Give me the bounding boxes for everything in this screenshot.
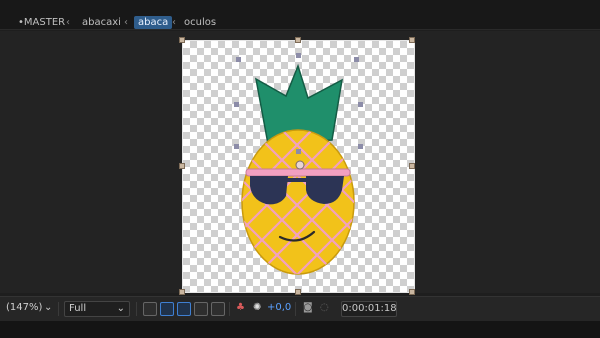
- breadcrumb-abaca[interactable]: abaca: [134, 16, 173, 29]
- guides-icon[interactable]: [194, 302, 208, 316]
- breadcrumb-oculos[interactable]: oculos: [184, 17, 216, 28]
- exposure-icon[interactable]: ✺: [253, 301, 261, 317]
- toolbar-divider: [295, 302, 296, 316]
- snapshot-icon[interactable]: ◙: [303, 301, 313, 317]
- resolution-value: Full: [69, 303, 87, 314]
- transform-handle-mr[interactable]: [409, 163, 415, 169]
- transparency-grid-icon[interactable]: [160, 302, 174, 316]
- pineapple-artwork[interactable]: [182, 40, 415, 293]
- chevron-down-icon: ⌄: [116, 303, 125, 314]
- anchor-point-icon: [295, 160, 305, 170]
- viewer-toolbar: (147%) ⌄ Full ⌄ ♣ ✺ +0,0 ◙ ◌ 0:00:01:18: [0, 296, 600, 321]
- toolbar-divider: [136, 302, 137, 316]
- transform-handle-tl[interactable]: [179, 37, 185, 43]
- dropdown-icon[interactable]: ⌄: [44, 301, 52, 317]
- show-snapshot-icon[interactable]: ◌: [320, 301, 329, 317]
- sunglasses-band: [245, 168, 351, 177]
- exposure-value[interactable]: +0,0: [267, 301, 291, 317]
- grid-icon[interactable]: [211, 302, 225, 316]
- breadcrumb-abacaxi[interactable]: abacaxi: [82, 17, 121, 28]
- mask-path-icon[interactable]: [177, 302, 191, 316]
- region-of-interest-icon[interactable]: [143, 302, 157, 316]
- transform-handle-bc[interactable]: [295, 289, 301, 295]
- transform-handle-bl[interactable]: [179, 289, 185, 295]
- transform-handle-br[interactable]: [409, 289, 415, 295]
- current-time-display[interactable]: 0:00:01:18: [341, 301, 397, 317]
- breadcrumb-master[interactable]: •MASTER: [18, 17, 65, 28]
- composition-breadcrumb-bar: •MASTER ‹ abacaxi ‹ abaca ‹ oculos: [0, 0, 600, 30]
- transform-handle-ml[interactable]: [179, 163, 185, 169]
- chevron-left-icon: ‹: [172, 17, 176, 28]
- chevron-left-icon: ‹: [66, 17, 70, 28]
- chevron-left-icon: ‹: [124, 17, 128, 28]
- toolbar-divider: [229, 302, 230, 316]
- transform-handle-tc[interactable]: [295, 37, 301, 43]
- channel-icon[interactable]: ♣: [236, 301, 245, 317]
- resolution-select[interactable]: Full ⌄: [64, 301, 130, 317]
- panel-footer: [0, 321, 600, 338]
- toolbar-divider: [58, 302, 59, 316]
- transform-handle-tr[interactable]: [409, 37, 415, 43]
- zoom-level[interactable]: (147%): [6, 301, 42, 317]
